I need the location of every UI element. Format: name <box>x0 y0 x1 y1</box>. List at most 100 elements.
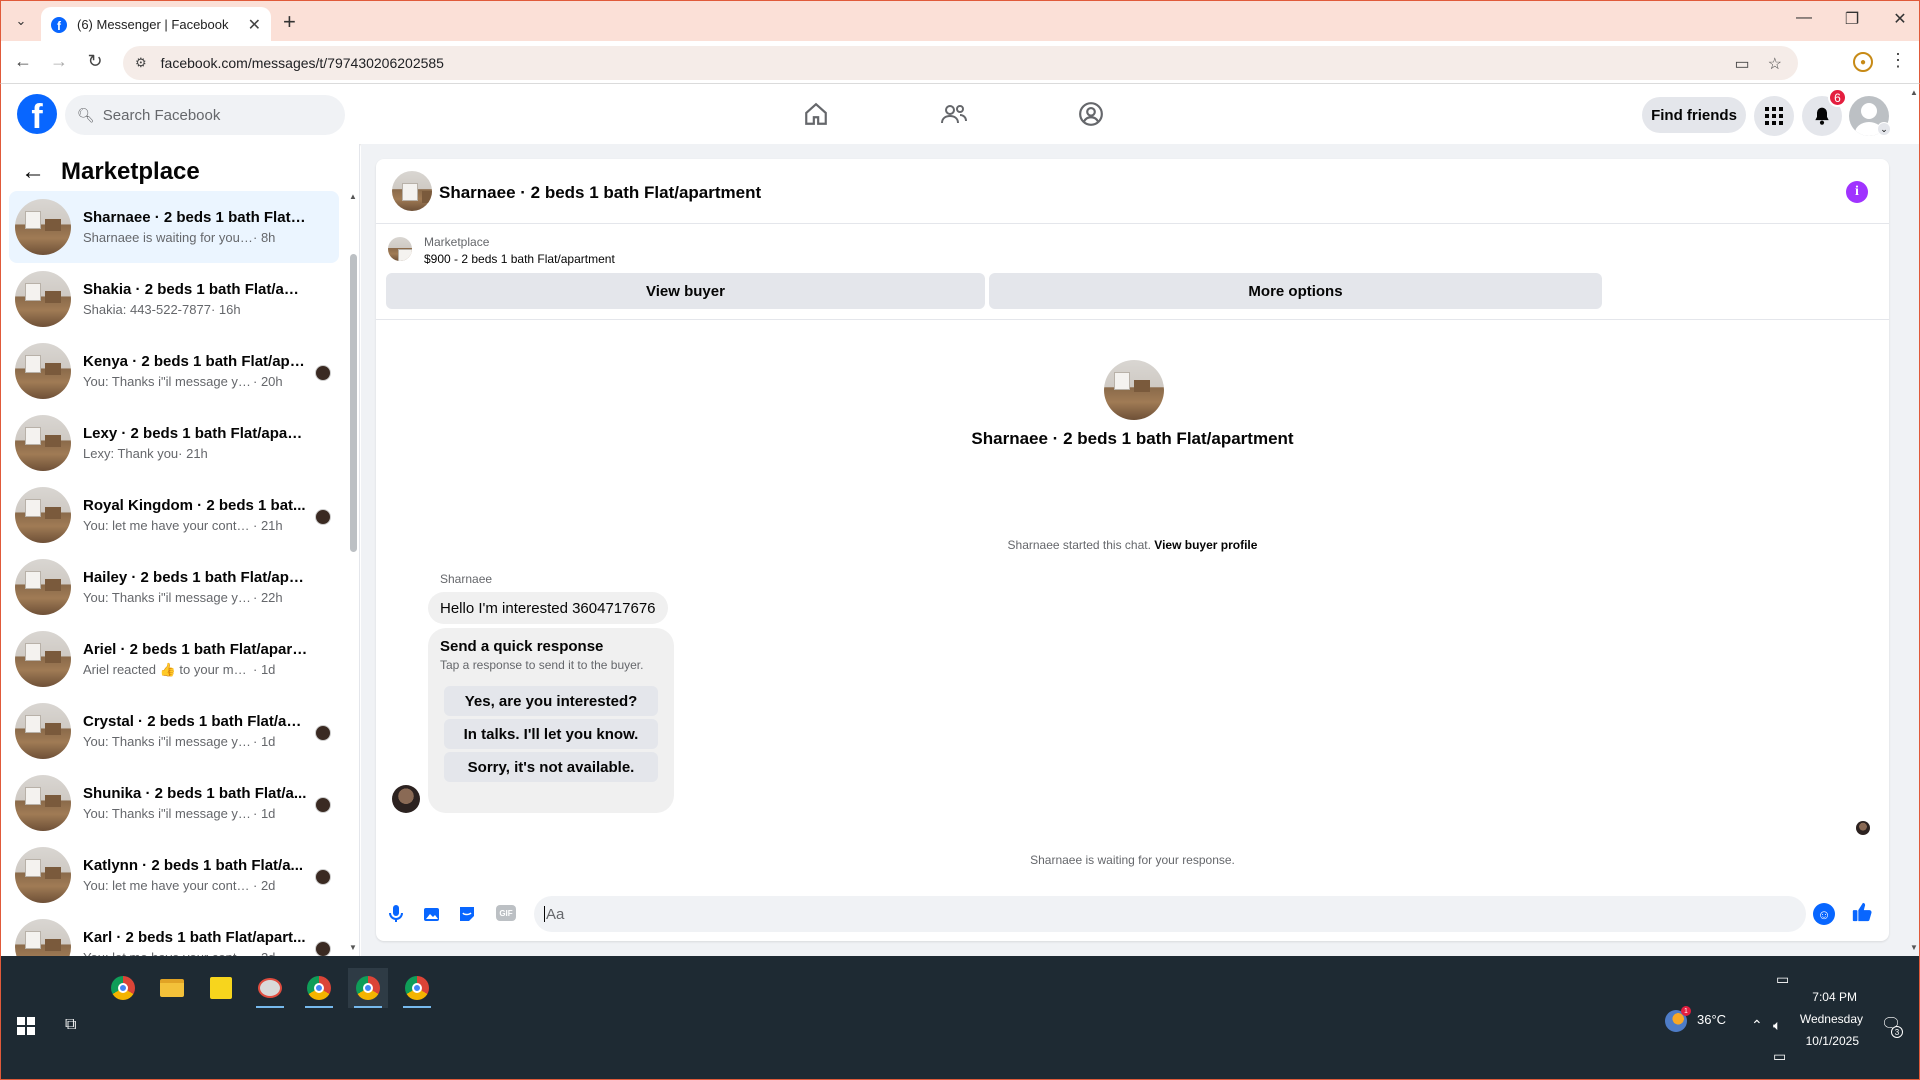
screen: ⌄ f (6) Messenger | Facebook ✕ + — ❐ ✕ ←… <box>0 0 1920 1080</box>
back-arrow-icon[interactable]: ← <box>21 158 45 186</box>
search-icon: 🔍︎ <box>77 106 95 123</box>
chat-title[interactable]: Sharnaee · 2 beds 1 bath Flat/apartment <box>439 183 761 203</box>
photo-icon[interactable] <box>421 903 443 925</box>
windows-taskbar: ⧉ ▭ 1 36°C ⌃ 🔈︎ ▭ 7:04 PM Wednesday 10/1… <box>0 956 1920 1080</box>
conversation-item[interactable]: Karl · 2 beds 1 bath Flat/apart...You: l… <box>9 911 339 956</box>
listing-thumbnail[interactable] <box>388 237 412 261</box>
home-icon[interactable] <box>796 96 836 132</box>
quick-reply-button[interactable]: Yes, are you interested? <box>444 686 658 716</box>
conversation-item[interactable]: Lexy · 2 beds 1 bath Flat/apartm... Lexy:… <box>9 407 339 479</box>
conversation-item[interactable]: Crystal · 2 beds 1 bath Flat/ap... You: T… <box>9 695 339 767</box>
conversation-meta: Sharnaee is waiting for your respo...· 8… <box>83 230 308 245</box>
chrome-profile-icon[interactable] <box>299 968 339 1008</box>
main-scroll-up-icon[interactable]: ▲ <box>1910 88 1918 97</box>
listing-description[interactable]: $900 - 2 beds 1 bath Flat/apartment <box>424 252 615 266</box>
conversation-meta: You: Thanks i"il message you in...· 20h <box>83 374 308 389</box>
conversation-time: · 1d <box>253 734 276 749</box>
file-explorer-icon[interactable] <box>152 968 192 1008</box>
thumbs-up-icon[interactable] <box>1851 901 1873 929</box>
sticky-notes-icon[interactable] <box>201 968 241 1008</box>
info-icon[interactable]: i <box>1846 181 1868 203</box>
quick-reply-button[interactable]: Sorry, it's not available. <box>444 752 658 782</box>
view-buyer-button[interactable]: View buyer <box>386 273 985 309</box>
conversation-name: Lexy · 2 beds 1 bath Flat/apartm... <box>83 425 308 442</box>
conversation-item[interactable]: Kenya · 2 beds 1 bath Flat/apa... You: Th… <box>9 335 339 407</box>
install-app-icon[interactable]: ▭ <box>1735 54 1750 74</box>
tablet-mode-icon[interactable]: ▭ <box>1776 971 1789 988</box>
tab-close-icon[interactable]: ✕ <box>248 15 261 35</box>
browser-tab[interactable]: f (6) Messenger | Facebook ✕ <box>41 7 271 42</box>
sidebar-title: Marketplace <box>61 158 200 185</box>
bookmark-star-icon[interactable]: ☆ <box>1768 54 1782 74</box>
conversation-item[interactable]: Shakia · 2 beds 1 bath Flat/apart... Shak… <box>9 263 339 335</box>
task-view-icon[interactable]: ⧉ <box>65 1016 85 1036</box>
conversation-item[interactable]: Katlynn · 2 beds 1 bath Flat/a... You: le… <box>9 839 339 911</box>
menu-grid-icon[interactable] <box>1754 96 1794 136</box>
quick-reply-button[interactable]: In talks. I'll let you know. <box>444 719 658 749</box>
more-options-button[interactable]: More options <box>989 273 1602 309</box>
conversation-time: · 21h <box>178 446 208 461</box>
emoji-icon[interactable]: ☺ <box>1813 903 1835 925</box>
sidebar-scrollbar[interactable]: ▲ ▼ <box>348 192 358 952</box>
show-hidden-icons-chevron-icon[interactable]: ⌃ <box>1751 1017 1763 1034</box>
restore-icon[interactable]: ❐ <box>1837 9 1867 29</box>
sidebar-header: ← Marketplace <box>21 158 200 186</box>
facebook-search-input[interactable]: 🔍︎ Search Facebook <box>65 95 345 135</box>
microphone-icon[interactable] <box>385 903 407 925</box>
clock-time[interactable]: 7:04 PM <box>1801 990 1857 1004</box>
new-tab-icon[interactable]: + <box>283 9 296 35</box>
clock-date[interactable]: 10/1/2025 <box>1801 1034 1859 1048</box>
scroll-up-icon[interactable]: ▲ <box>349 192 357 201</box>
account-chevron-down-icon[interactable]: ⌄ <box>1877 122 1891 136</box>
conversation-item[interactable]: Royal Kingdom · 2 beds 1 bat... You: let … <box>9 479 339 551</box>
conversation-item[interactable]: Sharnaee · 2 beds 1 bath Flat/ap... Sharn… <box>9 191 339 263</box>
conversation-text: Shakia · 2 beds 1 bath Flat/apart... Shak… <box>83 281 308 317</box>
message-bubble[interactable]: Hello I'm interested 3604717676 <box>428 592 668 624</box>
gif-icon[interactable]: GIF <box>496 905 516 921</box>
friends-icon[interactable] <box>934 96 974 132</box>
scroll-down-icon[interactable]: ▼ <box>349 943 357 952</box>
chrome-profile-icon[interactable] <box>348 968 388 1008</box>
temperature[interactable]: 36°C <box>1697 1012 1726 1027</box>
tab-search-chevron-icon[interactable]: ⌄ <box>9 10 33 32</box>
message-input[interactable]: Aa <box>534 896 1806 932</box>
find-friends-button[interactable]: Find friends <box>1642 97 1746 133</box>
chrome-taskbar-icon[interactable] <box>103 968 143 1008</box>
profile-groups-icon[interactable] <box>1071 96 1111 132</box>
chat-started-notice: Sharnaee started this chat. View buyer p… <box>376 538 1889 552</box>
browser-menu-icon[interactable]: ⋮ <box>1889 50 1907 71</box>
paint-app-icon[interactable] <box>250 968 290 1008</box>
marketplace-label: Marketplace <box>424 235 490 249</box>
conversation-text: Lexy · 2 beds 1 bath Flat/apartm... Lexy:… <box>83 425 308 461</box>
view-buyer-profile-link[interactable]: View buyer profile <box>1154 538 1257 552</box>
conversation-item[interactable]: Shunika · 2 beds 1 bath Flat/a... You: Th… <box>9 767 339 839</box>
marketplace-sidebar: ← Marketplace Sharnaee · 2 beds 1 bath F… <box>0 144 360 956</box>
chat-avatar[interactable] <box>392 171 432 211</box>
conversation-name: Shunika · 2 beds 1 bath Flat/a... <box>83 785 307 802</box>
address-bar[interactable]: ⚙ facebook.com/messages/t/79743020620258… <box>123 46 1798 80</box>
sticker-icon[interactable] <box>456 903 478 925</box>
browser-profile-icon[interactable]: ● <box>1853 52 1873 72</box>
windows-start-icon[interactable] <box>17 1017 35 1035</box>
minimize-icon[interactable]: — <box>1789 9 1819 27</box>
conversation-avatar <box>15 631 71 687</box>
main-scroll-down-icon[interactable]: ▼ <box>1910 943 1918 952</box>
reload-icon[interactable]: ↻ <box>82 51 108 72</box>
conversation-snippet: Lexy: Thank you <box>83 446 179 461</box>
back-icon[interactable]: ← <box>10 51 36 72</box>
clock-day[interactable]: Wednesday <box>1795 1012 1863 1026</box>
scroll-thumb[interactable] <box>350 254 357 552</box>
conversation-avatar <box>15 415 71 471</box>
conversation-item[interactable]: Hailey · 2 beds 1 bath Flat/apart... You:… <box>9 551 339 623</box>
facebook-logo-icon[interactable]: f <box>17 94 57 134</box>
sender-avatar[interactable] <box>392 785 420 813</box>
site-settings-icon[interactable]: ⚙ <box>135 55 147 71</box>
volume-icon[interactable]: 🔈︎ <box>1773 1017 1781 1034</box>
browser-toolbar: ← → ↻ ⚙ facebook.com/messages/t/79743020… <box>0 41 1920 84</box>
chrome-profile-icon[interactable] <box>397 968 437 1008</box>
conversation-item[interactable]: Ariel · 2 beds 1 bath Flat/apartm... Arie… <box>9 623 339 695</box>
close-window-icon[interactable]: ✕ <box>1885 9 1915 29</box>
conversation-name: Ariel · 2 beds 1 bath Flat/apartm... <box>83 640 308 658</box>
network-icon[interactable]: ▭ <box>1773 1048 1786 1065</box>
forward-icon[interactable]: → <box>46 51 72 72</box>
